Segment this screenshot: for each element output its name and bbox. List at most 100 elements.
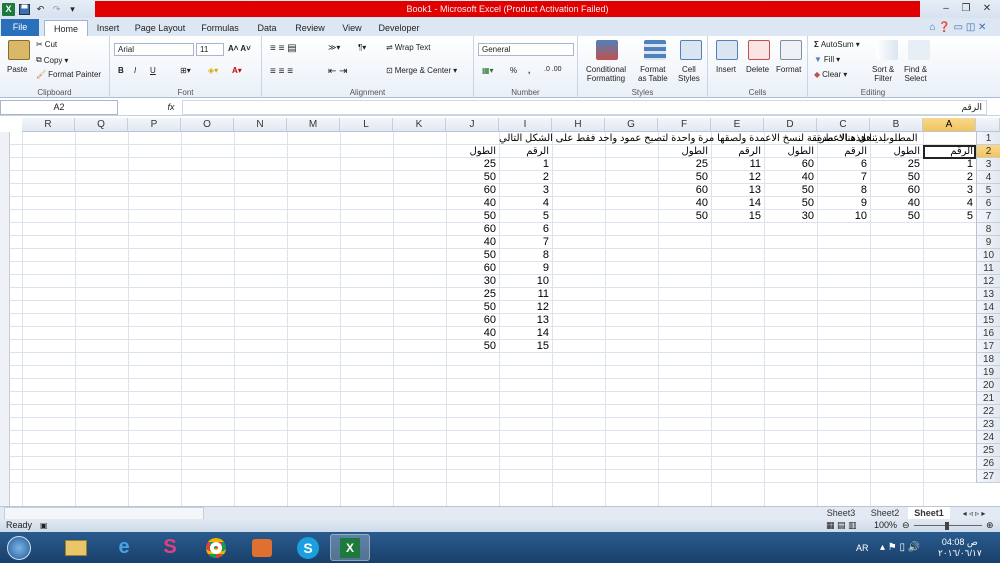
column-header-b[interactable]: B — [870, 118, 923, 132]
delete-cells-button[interactable]: Delete — [746, 65, 769, 74]
row-header-15[interactable]: 15 — [976, 314, 1000, 327]
conditional-formatting-icon[interactable] — [596, 40, 618, 60]
cell-b3[interactable]: 25 — [870, 158, 923, 171]
cell-i15[interactable]: 13 — [499, 314, 552, 327]
column-header-h[interactable]: H — [552, 118, 605, 132]
cell-f6[interactable]: 40 — [658, 197, 711, 210]
find-select-button[interactable]: Find & Select — [904, 65, 927, 83]
tab-formulas[interactable]: Formulas — [196, 20, 244, 36]
font-color-icon[interactable]: A▾ — [232, 66, 242, 75]
cell-i12[interactable]: 10 — [499, 275, 552, 288]
cell-a7[interactable]: 5 — [923, 210, 976, 223]
cell-j13[interactable]: 25 — [446, 288, 499, 301]
cell-i16[interactable]: 14 — [499, 327, 552, 340]
row-header-5[interactable]: 5 — [976, 184, 1000, 197]
binoculars-icon[interactable] — [908, 40, 930, 60]
start-button-icon[interactable] — [2, 534, 36, 561]
align-top-icon[interactable]: ≡ ≡ ▤ — [270, 43, 297, 54]
cell-i10[interactable]: 8 — [499, 249, 552, 262]
cell-j7[interactable]: 50 — [446, 210, 499, 223]
paste-button[interactable]: Paste — [7, 65, 27, 74]
app-s-icon[interactable]: S — [150, 534, 190, 561]
column-header-l[interactable]: L — [340, 118, 393, 132]
formula-input[interactable]: الرقم — [182, 100, 987, 115]
cell-e6[interactable]: 14 — [711, 197, 764, 210]
cell-d7[interactable]: 30 — [764, 210, 817, 223]
cell-c4[interactable]: 7 — [817, 171, 870, 184]
format-as-table-button[interactable]: Format as Table — [638, 65, 668, 83]
wrap-text-button[interactable]: ⇌ Wrap Text — [386, 43, 430, 52]
cell-styles-button[interactable]: Cell Styles — [678, 65, 700, 83]
cell-f5[interactable]: 60 — [658, 184, 711, 197]
row-header-24[interactable]: 24 — [976, 431, 1000, 444]
format-cells-button[interactable]: Format — [776, 65, 801, 74]
tab-file[interactable]: File — [1, 19, 39, 36]
borders-icon[interactable]: ⊞▾ — [180, 66, 191, 75]
indent-icon[interactable]: ⇤ ⇥ — [328, 66, 348, 77]
cell-c6[interactable]: 9 — [817, 197, 870, 210]
redo-icon[interactable]: ↷ — [50, 3, 63, 16]
column-header-a[interactable]: A — [923, 118, 976, 132]
cell-j10[interactable]: 50 — [446, 249, 499, 262]
paste-icon[interactable] — [8, 40, 30, 60]
clear-button[interactable]: ◆ Clear ▾ — [814, 70, 847, 79]
tab-developer[interactable]: Developer — [374, 20, 424, 36]
column-header-r[interactable]: R — [22, 118, 75, 132]
percent-button[interactable]: % — [510, 66, 517, 75]
format-cells-icon[interactable] — [780, 40, 802, 60]
merge-center-button[interactable]: ⊡ Merge & Center ▾ — [386, 66, 457, 75]
cell-f3[interactable]: 25 — [658, 158, 711, 171]
row-header-14[interactable]: 14 — [976, 301, 1000, 314]
cell-j3[interactable]: 25 — [446, 158, 499, 171]
excel-taskbar-icon[interactable]: X — [330, 534, 370, 561]
grow-font-icon[interactable]: A˄ A˅ — [228, 44, 251, 53]
fill-button[interactable]: ▼ Fill ▾ — [814, 55, 840, 64]
bold-button[interactable]: B — [118, 66, 124, 75]
cell-d6[interactable]: 50 — [764, 197, 817, 210]
font-size-select[interactable]: 11 — [196, 43, 224, 56]
cell-f4[interactable]: 50 — [658, 171, 711, 184]
column-header-q[interactable]: Q — [75, 118, 128, 132]
copy-button[interactable]: ⧉ Copy ▾ — [36, 55, 68, 65]
cell-e3[interactable]: 11 — [711, 158, 764, 171]
cell-j12[interactable]: 30 — [446, 275, 499, 288]
sort-filter-button[interactable]: Sort & Filter — [872, 65, 894, 83]
row-header-8[interactable]: 8 — [976, 223, 1000, 236]
cell-b6[interactable]: 40 — [870, 197, 923, 210]
cell-b5[interactable]: 60 — [870, 184, 923, 197]
worksheet-grid[interactable]: A B C D E F G H I J K L M N O P Q R 1 2 3 4 5 6 7 8 9 10 11 12 13 14 15 1… — [0, 118, 1000, 508]
cell-d5[interactable]: 50 — [764, 184, 817, 197]
zoom-level[interactable]: 100% — [874, 519, 897, 532]
autosum-button[interactable]: Σ AutoSum ▾ — [814, 40, 860, 49]
view-buttons-icon[interactable]: ▦ ▤ ▥ — [826, 519, 857, 532]
cell-i11[interactable]: 9 — [499, 262, 552, 275]
header-cell-num[interactable]: الرقم — [711, 145, 764, 158]
zoom-in-icon[interactable]: ⊕ — [986, 519, 994, 532]
row-header-19[interactable]: 19 — [976, 366, 1000, 379]
header-cell-len[interactable]: الطول — [446, 145, 499, 158]
rtl-icon[interactable]: ¶▾ — [358, 43, 366, 52]
row-header-6[interactable]: 6 — [976, 197, 1000, 210]
select-all-corner[interactable] — [976, 118, 1000, 132]
cell-i4[interactable]: 2 — [499, 171, 552, 184]
cell-a4[interactable]: 2 — [923, 171, 976, 184]
cell-b7[interactable]: 50 — [870, 210, 923, 223]
row-header-21[interactable]: 21 — [976, 392, 1000, 405]
tab-page-layout[interactable]: Page Layout — [132, 20, 188, 36]
cell-i7[interactable]: 5 — [499, 210, 552, 223]
row-header-1[interactable]: 1 — [976, 132, 1000, 145]
cell-i9[interactable]: 7 — [499, 236, 552, 249]
file-explorer-icon[interactable] — [56, 534, 96, 561]
row-header-25[interactable]: 25 — [976, 444, 1000, 457]
cell-i13[interactable]: 11 — [499, 288, 552, 301]
sort-filter-icon[interactable] — [876, 40, 898, 60]
cell-j14[interactable]: 50 — [446, 301, 499, 314]
row-header-16[interactable]: 16 — [976, 327, 1000, 340]
column-header-o[interactable]: O — [181, 118, 234, 132]
tab-data[interactable]: Data — [250, 20, 284, 36]
comma-button[interactable]: , — [528, 66, 530, 75]
cell-styles-icon[interactable] — [680, 40, 702, 60]
insert-cells-icon[interactable] — [716, 40, 738, 60]
number-format-select[interactable]: General — [478, 43, 574, 56]
column-header-e[interactable]: E — [711, 118, 764, 132]
